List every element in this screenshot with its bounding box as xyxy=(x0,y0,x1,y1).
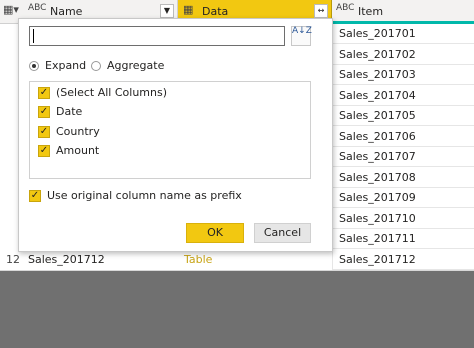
filter-dropdown-icon[interactable]: ▼ xyxy=(160,4,174,18)
table-icon: ▦ xyxy=(183,3,194,16)
expand-column-dialog: A↓Z Expand Aggregate ✓ (Select All Colum… xyxy=(18,18,333,252)
checkbox-use-prefix[interactable]: ✓ Use original column name as prefix xyxy=(29,189,242,202)
checkbox-date[interactable]: ✓ Date xyxy=(38,105,82,118)
table-link[interactable]: Table xyxy=(184,250,212,270)
checkbox-label: Country xyxy=(56,125,100,138)
table-row[interactable]: 12 Sales_201712 Table xyxy=(0,250,332,270)
row-number: 12 xyxy=(6,253,20,266)
checkmark-icon: ✓ xyxy=(29,189,41,202)
item-cell[interactable]: Sales_201701 xyxy=(332,24,474,44)
search-input[interactable] xyxy=(29,26,285,46)
sort-az-icon[interactable]: A↓Z xyxy=(291,26,312,46)
column-checklist: ✓ (Select All Columns) ✓ Date ✓ Country … xyxy=(29,81,311,179)
table-icon[interactable]: ▦▾ xyxy=(3,3,19,16)
radio-unselected-icon xyxy=(91,60,101,71)
item-cell[interactable]: Sales_201709 xyxy=(332,188,474,208)
name-cell[interactable]: Sales_201712 xyxy=(28,250,105,270)
item-cell[interactable]: Sales_201702 xyxy=(332,45,474,65)
item-cell[interactable]: Sales_201710 xyxy=(332,209,474,229)
checkmark-icon: ✓ xyxy=(38,144,50,157)
radio-aggregate[interactable]: Aggregate xyxy=(91,59,164,72)
item-cell[interactable]: Sales_201712 xyxy=(332,250,474,270)
item-cell[interactable]: Sales_201703 xyxy=(332,65,474,85)
checkbox-country[interactable]: ✓ Country xyxy=(38,125,100,138)
checkbox-label: Amount xyxy=(56,144,100,157)
column-item-label: Item xyxy=(358,5,384,18)
radio-selected-icon xyxy=(29,60,39,71)
radio-expand[interactable]: Expand xyxy=(29,59,86,72)
item-cell[interactable]: Sales_201711 xyxy=(332,229,474,249)
expand-column-icon[interactable]: ↔ xyxy=(314,4,328,18)
radio-aggregate-label: Aggregate xyxy=(107,59,165,72)
checkbox-amount[interactable]: ✓ Amount xyxy=(38,144,99,157)
checkbox-label: Date xyxy=(56,105,83,118)
column-name-label: Name xyxy=(50,5,83,18)
item-cell[interactable]: Sales_201706 xyxy=(332,127,474,147)
item-cell[interactable]: Sales_201705 xyxy=(332,106,474,126)
column-data-label: Data xyxy=(202,5,229,18)
text-cursor xyxy=(33,29,34,43)
checkmark-icon: ✓ xyxy=(38,86,50,99)
item-cell[interactable]: Sales_201704 xyxy=(332,86,474,106)
prefix-label: Use original column name as prefix xyxy=(47,189,242,202)
checkbox-label: (Select All Columns) xyxy=(56,86,168,99)
text-type-icon: ABC xyxy=(336,3,355,13)
column-header-item[interactable]: ABC Item xyxy=(332,0,474,24)
checkbox-select-all[interactable]: ✓ (Select All Columns) xyxy=(38,86,167,99)
checkmark-icon: ✓ xyxy=(38,125,50,138)
item-cell[interactable]: Sales_201708 xyxy=(332,168,474,188)
cancel-button[interactable]: Cancel xyxy=(254,223,311,243)
text-type-icon: ABC xyxy=(28,3,47,13)
radio-expand-label: Expand xyxy=(45,59,87,72)
checkmark-icon: ✓ xyxy=(38,105,50,118)
item-cell[interactable]: Sales_201707 xyxy=(332,147,474,167)
ok-button[interactable]: OK xyxy=(186,223,244,243)
